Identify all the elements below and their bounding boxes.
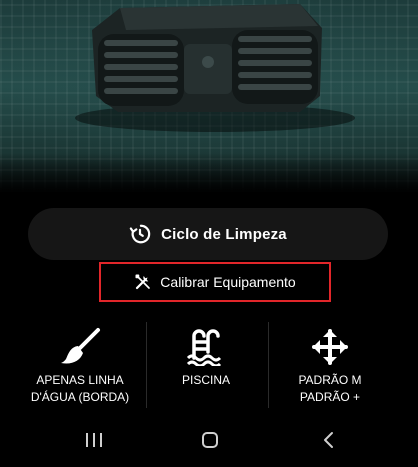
history-icon [129, 224, 151, 244]
cleaning-modes: APENAS LINHA D'ÁGUA (BORDA) PISCINA PADR… [0, 322, 418, 410]
home-icon [202, 432, 218, 448]
back-icon [324, 432, 333, 448]
pool-icon [186, 329, 222, 366]
mode-pool[interactable]: PISCINA [136, 322, 276, 410]
recents-icon [86, 433, 102, 447]
calibrate-equipment-button[interactable]: Calibrar Equipamento [101, 264, 329, 300]
mode-pattern-label-1: PADRÃO M [298, 373, 362, 387]
brush-icon [61, 328, 100, 364]
home-button[interactable] [180, 418, 240, 462]
hero-image [0, 0, 418, 193]
move-arrows-icon [312, 329, 348, 365]
system-navigation-bar [0, 418, 418, 462]
tools-icon [135, 274, 151, 290]
back-button[interactable] [298, 418, 358, 462]
mode-waterline-label-2: D'ÁGUA (BORDA) [30, 390, 130, 404]
mode-pool-label: PISCINA [181, 373, 230, 387]
cleaning-cycle-label: Ciclo de Limpeza [161, 225, 287, 243]
mode-pattern[interactable]: PADRÃO M PADRÃO + [260, 322, 400, 410]
calibrate-equipment-label: Calibrar Equipamento [160, 274, 296, 290]
mode-waterline-label-1: APENAS LINHA [36, 373, 124, 387]
cleaning-cycle-button[interactable]: Ciclo de Limpeza [28, 208, 388, 260]
mode-pattern-label-2: PADRÃO + [299, 390, 361, 404]
recents-button[interactable] [64, 418, 124, 462]
mode-waterline[interactable]: APENAS LINHA D'ÁGUA (BORDA) [10, 322, 150, 410]
